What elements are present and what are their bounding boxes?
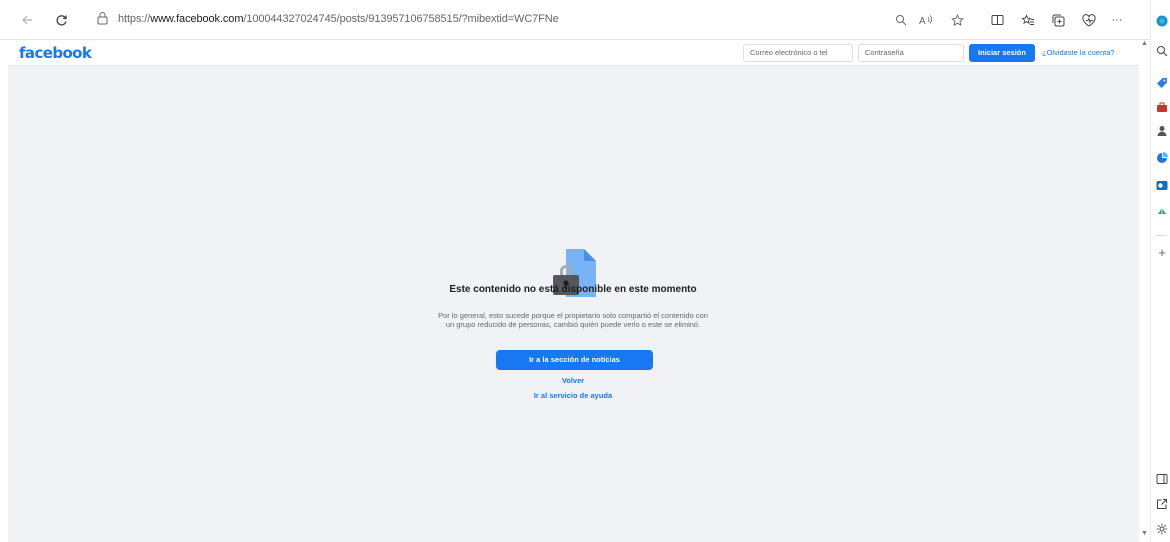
url-host: www.facebook.com — [150, 13, 244, 25]
url-prefix: https:// — [118, 13, 151, 25]
content-area: Este contenido no está disponible en est… — [8, 66, 1139, 542]
favorite-star-icon[interactable] — [948, 11, 966, 29]
refresh-icon[interactable] — [52, 11, 70, 29]
favorites-icon[interactable] — [1019, 11, 1037, 29]
go-to-news-feed-button[interactable]: Ir a la sección de noticias — [496, 350, 653, 370]
page-scrollbar[interactable]: ▲ ▼ — [1139, 40, 1150, 542]
unavailable-description: Por lo general, esto sucede porque el pr… — [438, 311, 708, 329]
sidebar-divider — [1155, 235, 1167, 236]
email-field[interactable]: Correo electrónico o tel — [743, 44, 853, 62]
search-icon[interactable] — [1156, 44, 1168, 57]
forgot-account-link[interactable]: ¿Olvidaste la cuenta? — [1042, 48, 1115, 57]
back-icon[interactable] — [18, 11, 36, 29]
more-menu-icon[interactable]: ··· — [1108, 11, 1126, 29]
address-bar[interactable]: https://www.facebook.com/100044327024745… — [118, 13, 559, 25]
browser-essentials-icon[interactable] — [1080, 11, 1098, 29]
open-external-icon[interactable] — [1156, 497, 1168, 509]
zoom-icon[interactable] — [892, 11, 910, 29]
tools-icon[interactable] — [1156, 100, 1168, 112]
scroll-down-arrow-icon[interactable]: ▼ — [1141, 530, 1148, 537]
browser-toolbar: https://www.facebook.com/100044327024745… — [0, 0, 1170, 40]
collections-icon[interactable] — [1049, 11, 1067, 29]
copilot-icon[interactable] — [1156, 14, 1168, 27]
add-app-icon[interactable]: + — [1156, 246, 1168, 259]
settings-gear-icon[interactable] — [1156, 522, 1168, 535]
shopping-tag-icon[interactable] — [1156, 76, 1168, 88]
drop-icon[interactable] — [1156, 204, 1168, 216]
help-center-link[interactable]: Ir al servicio de ayuda — [438, 391, 708, 400]
read-aloud-icon[interactable]: A — [917, 11, 935, 29]
scroll-up-arrow-icon[interactable]: ▲ — [1141, 40, 1148, 47]
password-field[interactable]: Contraseña — [858, 44, 964, 62]
microsoft-365-icon[interactable] — [1156, 151, 1168, 163]
facebook-header: facebook Correo electrónico o tel Contra… — [8, 40, 1139, 66]
site-info-icon[interactable] — [96, 11, 109, 30]
back-link[interactable]: Volver — [438, 376, 708, 385]
facebook-logo[interactable]: facebook — [19, 44, 92, 62]
sidebar-layout-icon[interactable] — [1156, 472, 1168, 484]
svg-text:A: A — [919, 16, 926, 26]
outlook-icon[interactable] — [1156, 178, 1168, 190]
split-screen-icon[interactable] — [988, 11, 1006, 29]
edge-sidebar: + — [1150, 0, 1170, 542]
unavailable-title: Este contenido no está disponible en est… — [449, 284, 697, 295]
login-button[interactable]: Iniciar sesión — [969, 44, 1035, 62]
games-icon[interactable] — [1156, 124, 1168, 136]
url-path: /100044327024745/posts/913957106758515/?… — [243, 13, 559, 25]
